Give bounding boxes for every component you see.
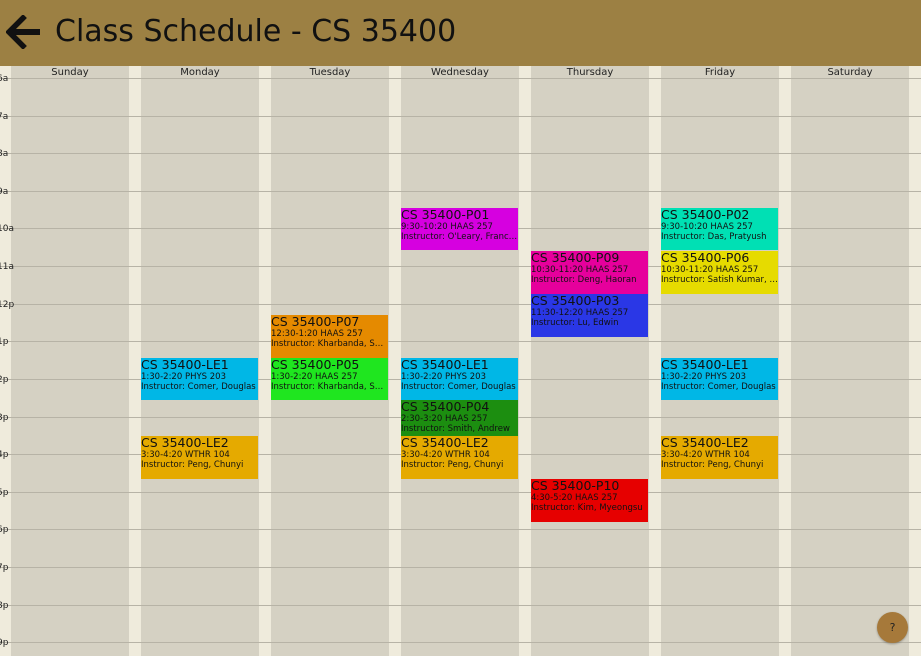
event-instructor: Instructor: Kharbanda, Sh… [271, 339, 388, 349]
event-name: CS 35400-P07 [271, 315, 360, 329]
event-time-location: 1:30-2:20 PHYS 203 [141, 372, 226, 382]
hour-label: 3p [0, 413, 9, 423]
class-event-block[interactable]: CS 35400-P06 10:30-11:20 HAAS 257 Instru… [661, 251, 778, 294]
event-instructor: Instructor: Das, Pratyush [661, 232, 767, 242]
hour-line [0, 529, 921, 530]
hour-label: 6p [0, 525, 9, 535]
event-time-location: 9:30-10:20 HAAS 257 [661, 222, 753, 232]
class-event-block[interactable]: CS 35400-P03 11:30-12:20 HAAS 257 Instru… [531, 294, 648, 337]
arrow-left-icon [5, 14, 40, 50]
event-name: CS 35400-P05 [271, 358, 360, 372]
hour-line [0, 153, 921, 154]
event-instructor: Instructor: Kim, Myeongsu [531, 503, 643, 513]
event-instructor: Instructor: Peng, Chunyi [401, 460, 504, 470]
hour-label: 10a [0, 224, 14, 234]
event-instructor: Instructor: Kharbanda, Sh… [271, 382, 388, 392]
hour-label: 2p [0, 375, 9, 385]
class-event-block[interactable]: CS 35400-P07 12:30-1:20 HAAS 257 Instruc… [271, 315, 388, 358]
hour-label: 8a [0, 149, 9, 159]
event-name: CS 35400-LE1 [401, 358, 489, 372]
event-name: CS 35400-P09 [531, 251, 620, 265]
hour-line [0, 266, 921, 267]
event-name: CS 35400-P01 [401, 208, 490, 222]
event-time-location: 4:30-5:20 HAAS 257 [531, 493, 618, 503]
hour-label: 1p [0, 337, 9, 347]
hour-label: 11a [0, 262, 14, 272]
hour-line [0, 341, 921, 342]
hour-label: 7a [0, 112, 9, 122]
event-instructor: Instructor: Smith, Andrew [401, 424, 510, 434]
event-name: CS 35400-P04 [401, 400, 490, 414]
hour-line [0, 191, 921, 192]
class-event-block[interactable]: CS 35400-LE1 1:30-2:20 PHYS 203 Instruct… [141, 358, 258, 400]
event-time-location: 3:30-4:20 WTHR 104 [401, 450, 490, 460]
class-event-block[interactable]: CS 35400-P02 9:30-10:20 HAAS 257 Instruc… [661, 208, 778, 250]
hour-label: 9a [0, 187, 9, 197]
app-header: Class Schedule - CS 35400 [0, 0, 921, 66]
hour-label: 5p [0, 488, 9, 498]
help-button[interactable]: ? [877, 612, 908, 643]
schedule-grid: Sunday Monday Tuesday Wednesday Thursday… [0, 66, 921, 656]
event-name: CS 35400-P02 [661, 208, 750, 222]
class-event-block[interactable]: CS 35400-P05 1:30-2:20 HAAS 257 Instruct… [271, 358, 388, 400]
hour-line [0, 78, 921, 79]
class-event-block[interactable]: CS 35400-P09 10:30-11:20 HAAS 257 Instru… [531, 251, 648, 294]
class-event-block[interactable]: CS 35400-LE1 1:30-2:20 PHYS 203 Instruct… [661, 358, 778, 400]
hour-label: 4p [0, 450, 9, 460]
class-event-block[interactable]: CS 35400-P04 2:30-3:20 HAAS 257 Instruct… [401, 400, 518, 436]
event-time-location: 1:30-2:20 PHYS 203 [401, 372, 486, 382]
page-title: Class Schedule - CS 35400 [55, 14, 457, 49]
class-event-block[interactable]: CS 35400-P10 4:30-5:20 HAAS 257 Instruct… [531, 479, 648, 522]
event-instructor: Instructor: Comer, Douglas [141, 382, 256, 392]
hour-label: 7p [0, 563, 9, 573]
event-time-location: 2:30-3:20 HAAS 257 [401, 414, 488, 424]
event-name: CS 35400-LE1 [661, 358, 749, 372]
hour-label: 9p [0, 638, 9, 648]
event-time-location: 9:30-10:20 HAAS 257 [401, 222, 493, 232]
hour-label: 6a [0, 74, 9, 84]
event-instructor: Instructor: Deng, Haoran [531, 275, 637, 285]
event-name: CS 35400-P03 [531, 294, 620, 308]
event-time-location: 1:30-2:20 HAAS 257 [271, 372, 358, 382]
event-instructor: Instructor: Lu, Edwin [531, 318, 619, 328]
class-event-block[interactable]: CS 35400-LE2 3:30-4:20 WTHR 104 Instruct… [141, 436, 258, 479]
event-time-location: 11:30-12:20 HAAS 257 [531, 308, 629, 318]
hour-line [0, 304, 921, 305]
event-instructor: Instructor: Peng, Chunyi [661, 460, 764, 470]
event-name: CS 35400-P10 [531, 479, 620, 493]
hour-line [0, 116, 921, 117]
event-instructor: Instructor: O'Leary, Frances [401, 232, 518, 242]
event-time-location: 3:30-4:20 WTHR 104 [141, 450, 230, 460]
event-instructor: Instructor: Comer, Douglas [661, 382, 776, 392]
class-event-block[interactable]: CS 35400-LE2 3:30-4:20 WTHR 104 Instruct… [661, 436, 778, 479]
event-time-location: 10:30-11:20 HAAS 257 [531, 265, 629, 275]
event-name: CS 35400-LE1 [141, 358, 229, 372]
event-name: CS 35400-LE2 [401, 436, 489, 450]
hour-line [0, 642, 921, 643]
event-name: CS 35400-LE2 [141, 436, 229, 450]
class-event-block[interactable]: CS 35400-P01 9:30-10:20 HAAS 257 Instruc… [401, 208, 518, 250]
event-time-location: 3:30-4:20 WTHR 104 [661, 450, 750, 460]
event-name: CS 35400-LE2 [661, 436, 749, 450]
help-icon: ? [889, 621, 896, 634]
event-instructor: Instructor: Peng, Chunyi [141, 460, 244, 470]
hour-label: 8p [0, 601, 9, 611]
event-instructor: Instructor: Comer, Douglas [401, 382, 516, 392]
hour-line [0, 492, 921, 493]
event-instructor: Instructor: Satish Kumar, … [661, 275, 778, 285]
event-time-location: 12:30-1:20 HAAS 257 [271, 329, 363, 339]
hour-label: 12p [0, 300, 15, 310]
hour-line [0, 605, 921, 606]
back-button[interactable] [5, 14, 42, 50]
class-event-block[interactable]: CS 35400-LE1 1:30-2:20 PHYS 203 Instruct… [401, 358, 518, 400]
event-time-location: 10:30-11:20 HAAS 257 [661, 265, 759, 275]
event-time-location: 1:30-2:20 PHYS 203 [661, 372, 746, 382]
event-name: CS 35400-P06 [661, 251, 750, 265]
class-event-block[interactable]: CS 35400-LE2 3:30-4:20 WTHR 104 Instruct… [401, 436, 518, 479]
hour-line [0, 567, 921, 568]
